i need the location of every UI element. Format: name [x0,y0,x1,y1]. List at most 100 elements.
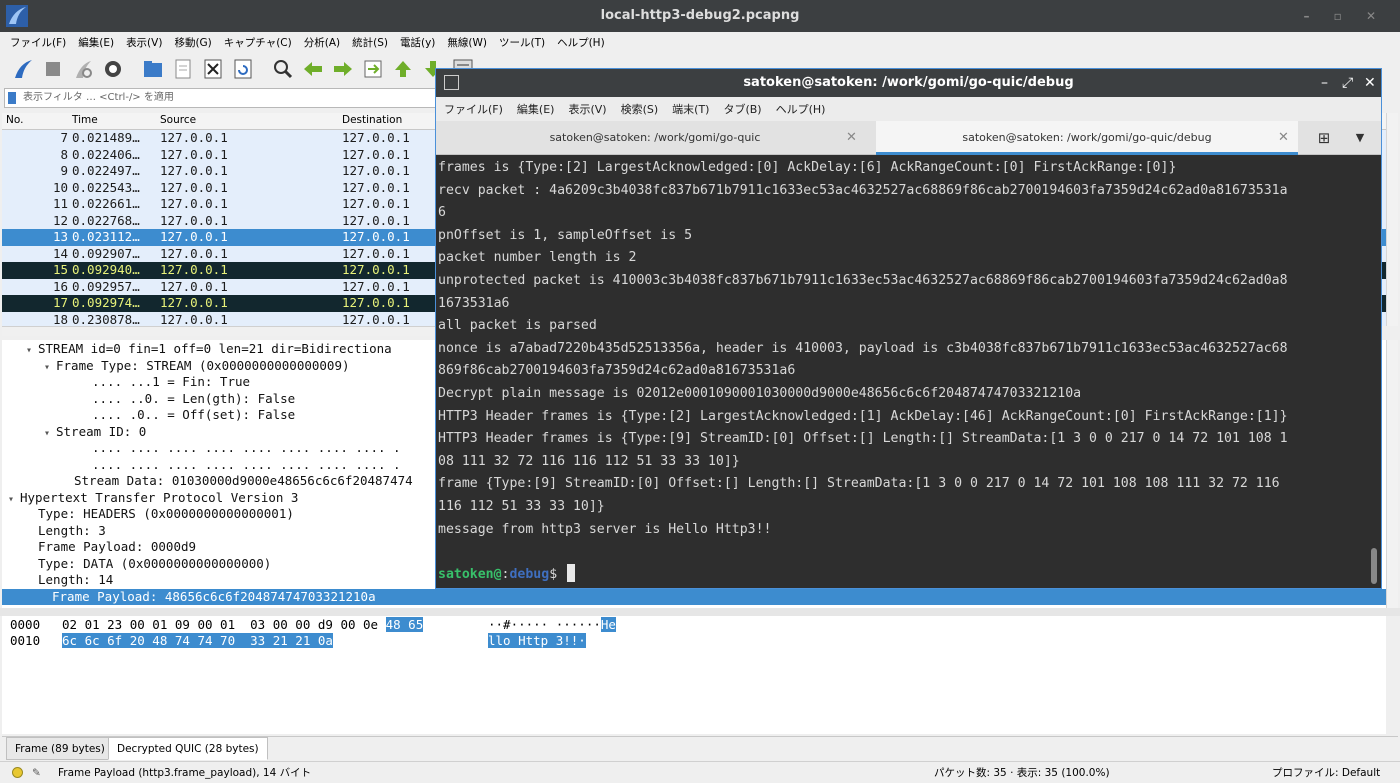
close-icon[interactable]: ✕ [1364,69,1376,97]
column-source[interactable]: Source [160,114,196,126]
detail-text: Stream Data: 01030000d9000e48656c6c6f204… [74,473,413,488]
terminal-menu-item[interactable]: 端末(T) [672,101,709,117]
expand-toggle-icon[interactable]: ▾ [8,492,20,509]
scrollbar-thumb[interactable] [1371,548,1377,584]
column-no[interactable]: No. [6,114,23,126]
detail-line[interactable]: .... .... .... .... .... .... .... .... … [80,457,401,474]
terminal-line: HTTP3 Header frames is {Type:[2] Largest… [438,408,1288,424]
start-capture-icon[interactable] [10,56,36,82]
terminal-menu-item[interactable]: ファイル(F) [444,101,503,117]
detail-text: Type: HEADERS (0x0000000000000001) [38,506,294,521]
packet-source: 127.0.0.1 [160,229,228,244]
first-packet-icon[interactable] [390,56,416,82]
status-field-info: Frame Payload (http3.frame_payload), 14 … [58,767,312,779]
edit-comment-icon[interactable]: ✎ [32,762,41,783]
packet-no: 7 [60,130,68,145]
terminal-prompt[interactable]: satoken@:debug$ [438,563,576,587]
terminal-tab-2[interactable]: satoken@satoken: /work/gomi/go-quic/debu… [876,121,1298,155]
expand-toggle-icon[interactable]: ▾ [26,343,38,360]
bytes-hex-row-1[interactable]: 6c 6c 6f 20 48 74 74 70 33 21 21 0a [62,633,333,649]
detail-line[interactable]: ▾ Hypertext Transfer Protocol Version 3 [8,490,298,507]
detail-line[interactable]: ▾ Frame Type: STREAM (0x0000000000000009) [44,358,350,375]
menu-item[interactable]: ファイル(F) [10,35,66,50]
terminal-menu-item[interactable]: タブ(B) [723,101,761,117]
terminal-menu-item[interactable]: 検索(S) [621,101,659,117]
packet-details-vscrollbar[interactable] [1386,340,1398,608]
packet-source: 127.0.0.1 [160,278,228,294]
detail-line[interactable]: .... ...1 = Fin: True [80,374,250,391]
detail-line[interactable]: Stream Data: 01030000d9000e48656c6c6f204… [62,473,413,490]
expert-info-icon[interactable] [12,767,23,778]
menu-item[interactable]: ツール(T) [499,35,545,50]
expand-toggle-icon[interactable]: ▾ [44,426,56,443]
display-filter-input[interactable]: 表示フィルタ … <Ctrl-/> を適用 [4,88,436,108]
reload-file-icon[interactable] [230,56,256,82]
capture-options-icon[interactable] [100,56,126,82]
column-time[interactable]: Time [72,114,98,126]
packet-source: 127.0.0.1 [160,295,228,310]
packet-time: 0.092940… [72,262,140,277]
tab-menu-chevron-down-icon[interactable]: ▼ [1346,121,1374,155]
bytes-ascii-row-0[interactable]: ··#····· ······He [488,617,616,633]
pane-splitter[interactable] [0,608,1400,616]
status-profile[interactable]: プロファイル: Default [1272,762,1380,783]
menu-item[interactable]: 編集(E) [78,35,114,50]
terminal-scrollbar[interactable] [1368,156,1380,588]
terminal-tab-label: satoken@satoken: /work/gomi/go-quic [549,131,761,144]
detail-line[interactable]: .... .0.. = Off(set): False [80,407,295,424]
packet-list-hscrollbar[interactable] [2,326,436,336]
packet-destination: 127.0.0.1 [342,163,410,178]
column-destination[interactable]: Destination [342,114,402,126]
menu-item[interactable]: キャプチャ(C) [224,35,292,50]
detail-line[interactable]: ▾ STREAM id=0 fin=1 off=0 len=21 dir=Bidi… [26,341,392,358]
detail-text: Stream ID: 0 [56,423,147,439]
bytes-offset-0: 0000 [10,617,41,632]
menu-item[interactable]: 移動(G) [174,35,211,50]
detail-line[interactable]: Frame Payload: 48656c6c6f204874747033212… [2,588,1386,605]
maximize-icon[interactable]: ⤢ [1342,69,1353,97]
menu-item[interactable]: 分析(A) [304,35,340,50]
go-back-icon[interactable] [300,56,326,82]
minimize-icon[interactable]: – [1321,69,1328,97]
go-to-packet-icon[interactable] [360,56,386,82]
detail-line[interactable]: .... .... .... .... .... .... .... .... … [80,440,401,457]
bytes-ascii-row-1[interactable]: llo Http 3!!· [488,633,586,649]
terminal-menu-item[interactable]: 表示(V) [568,101,606,117]
terminal-menu-item[interactable]: ヘルプ(H) [776,101,826,117]
detail-line[interactable]: Length: 3 [26,523,106,540]
expand-toggle-icon[interactable]: ▾ [44,360,56,377]
menu-item[interactable]: 統計(S) [352,35,388,50]
menu-item[interactable]: 無線(W) [447,35,487,50]
tab-frame-bytes[interactable]: Frame (89 bytes) [6,737,114,760]
detail-line[interactable]: Type: HEADERS (0x0000000000000001) [26,506,294,523]
close-tab-icon[interactable]: ✕ [1278,121,1289,155]
go-forward-icon[interactable] [330,56,356,82]
window-controls[interactable]: – ▫ ✕ [1303,0,1386,32]
detail-line[interactable]: Frame Payload: 0000d9 [26,539,196,556]
packet-no: 9 [60,163,68,178]
bytes-hex-row-0[interactable]: 02 01 23 00 01 09 00 01 03 00 00 d9 00 0… [62,617,424,633]
detail-line[interactable]: Type: DATA (0x0000000000000000) [26,556,271,573]
save-file-icon[interactable] [170,56,196,82]
open-file-icon[interactable] [140,56,166,82]
packet-no: 15 [52,262,68,277]
detail-line[interactable]: Length: 14 [26,572,113,589]
detail-line[interactable]: .... ..0. = Len(gth): False [80,391,295,408]
menu-item[interactable]: ヘルプ(H) [557,35,605,50]
packet-list-vscrollbar[interactable] [1386,113,1398,326]
restart-capture-icon[interactable] [70,56,96,82]
stop-capture-icon[interactable] [40,56,66,82]
find-packet-icon[interactable] [270,56,296,82]
tab-decrypted-quic[interactable]: Decrypted QUIC (28 bytes) [108,737,268,760]
menu-item[interactable]: 表示(V) [126,35,162,50]
detail-line[interactable]: ▾ Stream ID: 0 [44,424,146,441]
terminal-output[interactable]: frames is {Type:[2] LargestAcknowledged:… [436,156,1367,588]
terminal-tab-1[interactable]: satoken@satoken: /work/gomi/go-quic ✕ [436,121,874,155]
close-tab-icon[interactable]: ✕ [846,121,857,155]
new-tab-icon[interactable]: ⊞ [1310,121,1338,155]
close-file-icon[interactable] [200,56,226,82]
bookmark-icon[interactable] [8,92,16,104]
menu-item[interactable]: 電話(y) [400,35,435,50]
terminal-menu-item[interactable]: 編集(E) [517,101,555,117]
terminal-line: packet number length is 2 [438,250,637,266]
